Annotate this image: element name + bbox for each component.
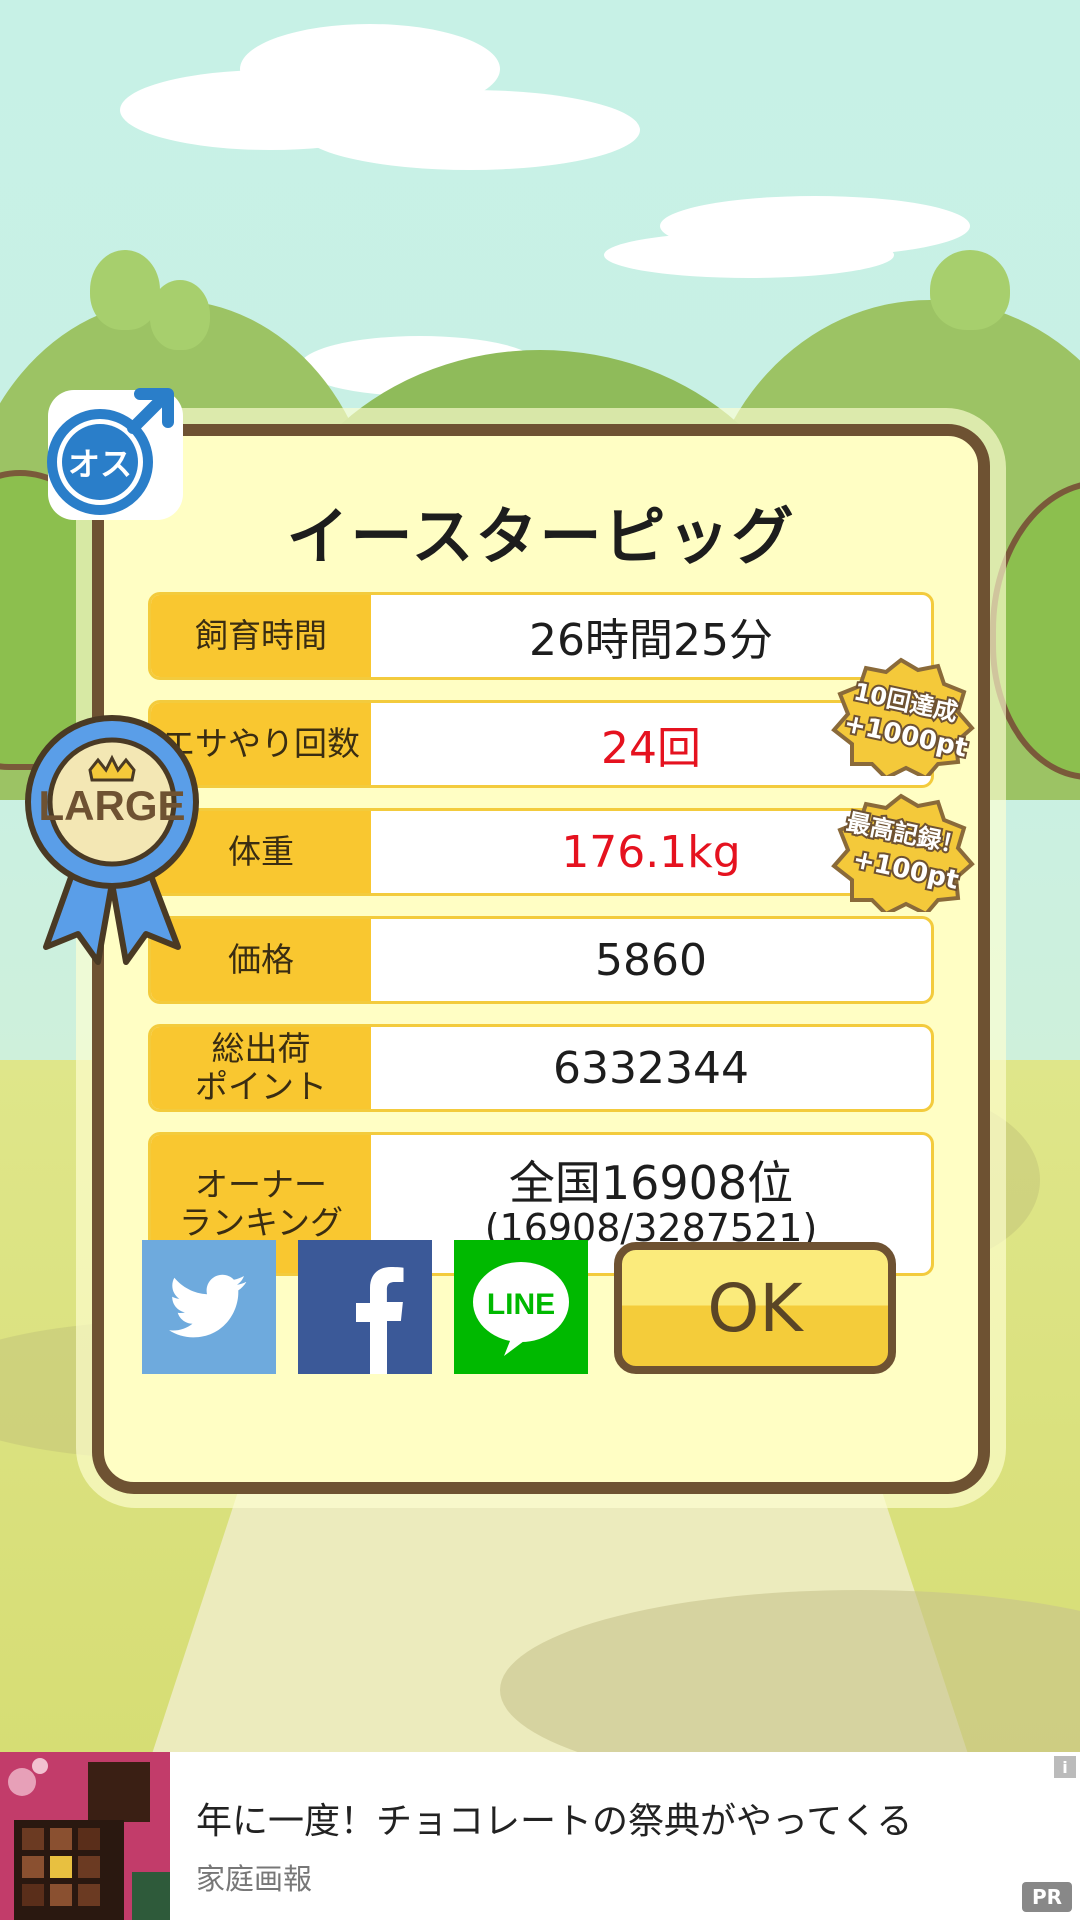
ranking-position: 全国16908位 bbox=[508, 1155, 794, 1210]
cloud bbox=[300, 90, 640, 170]
result-dialog: イースターピッグ 飼育時間 26時間25分 エサやり回数 24回 体重 176.… bbox=[92, 424, 990, 1494]
stat-row-weight: 体重 176.1kg bbox=[148, 808, 934, 896]
pig-name-title: イースターピッグ bbox=[286, 500, 796, 573]
gender-label: オス bbox=[68, 445, 132, 483]
ok-button[interactable]: OK bbox=[614, 1242, 896, 1374]
twitter-share-button[interactable] bbox=[142, 1240, 276, 1374]
chocolate-box-image bbox=[0, 1752, 170, 1920]
stat-row-price: 価格 5860 bbox=[148, 916, 934, 1004]
stat-row-breeding-time: 飼育時間 26時間25分 bbox=[148, 592, 934, 680]
ad-info-icon[interactable]: i bbox=[1054, 1756, 1076, 1778]
ad-source: 家庭画報 bbox=[196, 1862, 313, 1896]
line-share-button[interactable]: LINE bbox=[454, 1240, 588, 1374]
twitter-icon bbox=[169, 1274, 247, 1338]
stat-value: 5860 bbox=[595, 934, 707, 986]
line-icon-label: LINE bbox=[487, 1288, 555, 1321]
facebook-icon bbox=[356, 1267, 404, 1374]
stat-value: 6332344 bbox=[553, 1042, 749, 1094]
ad-title[interactable]: 年に一度！チョコレートの祭典がやってくる bbox=[196, 1792, 912, 1844]
achievement-badge-feed: 10回達成 +1000pt bbox=[831, 657, 975, 776]
cloud bbox=[604, 232, 894, 278]
stat-label: 総出荷 ポイント bbox=[151, 1027, 371, 1109]
stat-row-total-points: 総出荷 ポイント 6332344 bbox=[148, 1024, 934, 1112]
stat-label-line: ランキング bbox=[178, 1203, 343, 1242]
ad-banner[interactable]: 年に一度！チョコレートの祭典がやってくる 家庭画報 i PR bbox=[0, 1752, 1080, 1920]
ad-pr-label: PR bbox=[1022, 1882, 1072, 1912]
tree bbox=[930, 250, 1010, 330]
facebook-share-button[interactable] bbox=[298, 1240, 432, 1374]
achievement-badge-record: 最高記録！ +100pt bbox=[831, 793, 975, 912]
line-icon: LINE bbox=[473, 1262, 569, 1356]
stat-label-line: ポイント bbox=[195, 1067, 327, 1106]
tree bbox=[150, 280, 210, 350]
ad-thumbnail[interactable] bbox=[0, 1752, 170, 1920]
ribbon-label: LARGE bbox=[39, 782, 186, 829]
stat-label: 飼育時間 bbox=[151, 595, 371, 677]
stat-label-line: オーナー bbox=[195, 1165, 327, 1205]
male-gender-badge: オス bbox=[47, 388, 183, 520]
stat-row-feed-count: エサやり回数 24回 bbox=[148, 700, 934, 788]
large-size-ribbon: LARGE bbox=[25, 715, 199, 965]
stat-label-line: 総出荷 bbox=[211, 1029, 311, 1069]
